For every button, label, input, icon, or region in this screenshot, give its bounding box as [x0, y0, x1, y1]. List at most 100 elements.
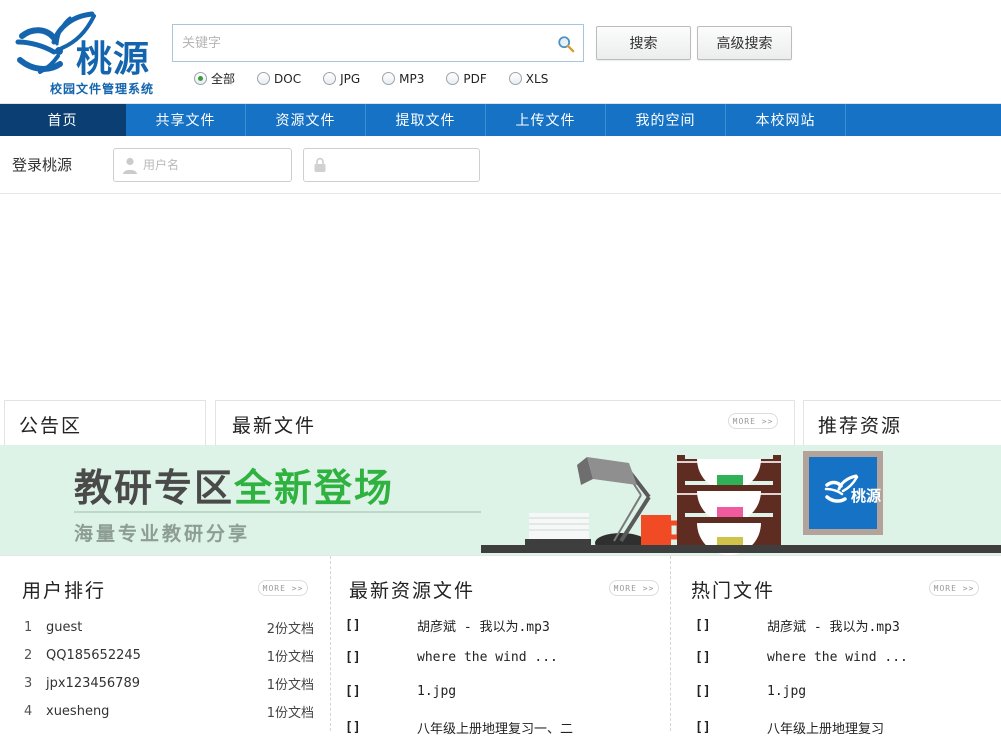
filter-label: JPG — [340, 72, 360, 86]
file-name[interactable]: 胡彦斌 - 我以为.mp3 — [767, 616, 900, 635]
file-name[interactable]: 1.jpg — [767, 684, 806, 699]
svg-text:桃源: 桃源 — [851, 487, 881, 505]
password-input[interactable] — [330, 149, 479, 181]
file-name[interactable]: 1.jpg — [417, 684, 456, 699]
rank-number: 3 — [24, 676, 46, 691]
site-header: 桃源 校园文件管理系统 全部 DOC JPG — [0, 0, 1001, 104]
radio-icon[interactable] — [257, 72, 270, 85]
file-category: [] — [345, 720, 417, 735]
password-field-wrap[interactable] — [303, 148, 480, 182]
table-row[interactable]: 1 guest 2份文档 — [24, 618, 314, 637]
filter-xls[interactable]: XLS — [509, 72, 549, 86]
rank-count: 2份文档 — [267, 618, 314, 637]
banner-headline-green: 全新登场 — [234, 466, 394, 510]
new-resources-more-button[interactable]: MORE >> — [609, 580, 659, 596]
filter-mp3[interactable]: MP3 — [382, 72, 424, 86]
nav-item-home[interactable]: 首页 — [0, 104, 126, 136]
banner-headline: 教研专区全新登场 — [74, 457, 394, 512]
user-icon — [120, 155, 140, 175]
rank-number: 1 — [24, 620, 46, 635]
list-item[interactable]: [] 1.jpg — [695, 684, 806, 699]
file-name[interactable]: where the wind ... — [767, 650, 908, 665]
file-category: [] — [695, 720, 767, 735]
rank-username[interactable]: jpx123456789 — [46, 676, 267, 691]
user-ranking-more-button[interactable]: MORE >> — [258, 580, 308, 596]
file-category: [] — [695, 618, 767, 633]
new-resources-panel: 最新资源文件 MORE >> [] 胡彦斌 - 我以为.mp3 [] where… — [330, 556, 670, 731]
login-bar: 登录桃源 保留登陆 忘记密码?| 注册 用户登录 — [0, 136, 1001, 194]
hot-files-title: 热门文件 — [691, 576, 775, 603]
rank-username[interactable]: xuesheng — [46, 704, 267, 719]
nav-item-extract-files[interactable]: 提取文件 — [366, 104, 486, 136]
file-name[interactable]: 胡彦斌 - 我以为.mp3 — [417, 616, 550, 635]
mid-section: 公告区 最新文件 MORE >> [] 胡彦斌 - 我以为.mp3 [] whe… — [0, 194, 1001, 445]
nav-item-my-space[interactable]: 我的空间 — [606, 104, 726, 136]
list-item[interactable]: [] where the wind ... — [695, 650, 908, 665]
bottom-section: 用户排行 MORE >> 1 guest 2份文档 2 QQ185652245 … — [0, 555, 1001, 730]
radio-icon[interactable] — [194, 72, 207, 85]
hot-files-more-button[interactable]: MORE >> — [929, 580, 979, 596]
radio-icon[interactable] — [323, 72, 336, 85]
site-logo[interactable]: 桃源 校园文件管理系统 — [14, 8, 164, 96]
list-item[interactable]: [] 八年级上册地理复习一、二 — [345, 718, 573, 737]
new-resources-title: 最新资源文件 — [349, 576, 475, 603]
latest-files-title: 最新文件 — [232, 411, 316, 438]
rank-count: 1份文档 — [267, 646, 314, 665]
filter-label: PDF — [463, 72, 486, 86]
advanced-search-button[interactable]: 高级搜索 — [697, 26, 792, 60]
nav-item-upload-files[interactable]: 上传文件 — [486, 104, 606, 136]
banner-divider — [74, 511, 494, 513]
rank-number: 2 — [24, 648, 46, 663]
filter-pdf[interactable]: PDF — [446, 72, 486, 86]
list-item[interactable]: [] where the wind ... — [345, 650, 558, 665]
filter-label: MP3 — [399, 72, 424, 86]
lock-icon — [310, 155, 330, 175]
username-field-wrap[interactable] — [113, 148, 292, 182]
rank-username[interactable]: guest — [46, 620, 267, 635]
file-category: [] — [345, 618, 417, 633]
file-name[interactable]: 八年级上册地理复习 — [767, 718, 884, 737]
nav-item-shared-files[interactable]: 共享文件 — [126, 104, 246, 136]
nav-item-resource-files[interactable]: 资源文件 — [246, 104, 366, 136]
search-box[interactable] — [172, 24, 584, 62]
table-row[interactable]: 3 jpx123456789 1份文档 — [24, 674, 314, 693]
list-item[interactable]: [] 八年级上册地理复习 — [695, 718, 884, 737]
search-input[interactable] — [173, 25, 583, 61]
list-item[interactable]: [] 1.jpg — [345, 684, 456, 699]
username-input[interactable] — [140, 149, 291, 181]
file-type-filters: 全部 DOC JPG MP3 PDF XLS — [172, 70, 584, 87]
list-item[interactable]: [] 胡彦斌 - 我以为.mp3 — [345, 616, 550, 635]
filter-label: XLS — [526, 72, 549, 86]
list-item[interactable]: [] 胡彦斌 - 我以为.mp3 — [695, 616, 900, 635]
rank-count: 1份文档 — [267, 702, 314, 721]
nav-item-school-site[interactable]: 本校网站 — [726, 104, 846, 136]
table-row[interactable]: 4 xuesheng 1份文档 — [24, 702, 314, 721]
notice-panel-title: 公告区 — [19, 411, 82, 438]
radio-icon[interactable] — [382, 72, 395, 85]
magnifier-icon[interactable] — [557, 35, 575, 53]
promo-banner[interactable]: 教研专区全新登场 海量专业教研分享 — [0, 445, 1001, 555]
logo-wordmark: 桃源 — [76, 42, 150, 78]
user-ranking-title: 用户排行 — [22, 576, 106, 603]
table-row[interactable]: 2 QQ185652245 1份文档 — [24, 646, 314, 665]
recommend-panel-title: 推荐资源 — [818, 411, 902, 438]
latest-files-more-button[interactable]: MORE >> — [728, 413, 778, 429]
filter-doc[interactable]: DOC — [257, 72, 301, 86]
banner-illustration: 桃源 — [481, 445, 1001, 555]
radio-icon[interactable] — [446, 72, 459, 85]
search-button[interactable]: 搜索 — [596, 26, 691, 60]
filter-jpg[interactable]: JPG — [323, 72, 360, 86]
main-navigation: 首页 共享文件 资源文件 提取文件 上传文件 我的空间 本校网站 — [0, 104, 1001, 136]
file-category: [] — [695, 650, 767, 665]
banner-headline-dark: 教研专区 — [74, 466, 234, 510]
file-name[interactable]: 八年级上册地理复习一、二 — [417, 718, 573, 737]
file-category: [] — [695, 684, 767, 699]
rank-username[interactable]: QQ185652245 — [46, 648, 267, 663]
filter-label: DOC — [274, 72, 301, 86]
file-name[interactable]: where the wind ... — [417, 650, 558, 665]
file-category: [] — [345, 650, 417, 665]
login-bar-label: 登录桃源 — [12, 154, 72, 175]
hot-files-panel: 热门文件 MORE >> [] 胡彦斌 - 我以为.mp3 [] where t… — [670, 556, 1001, 731]
radio-icon[interactable] — [509, 72, 522, 85]
filter-all[interactable]: 全部 — [194, 70, 235, 87]
